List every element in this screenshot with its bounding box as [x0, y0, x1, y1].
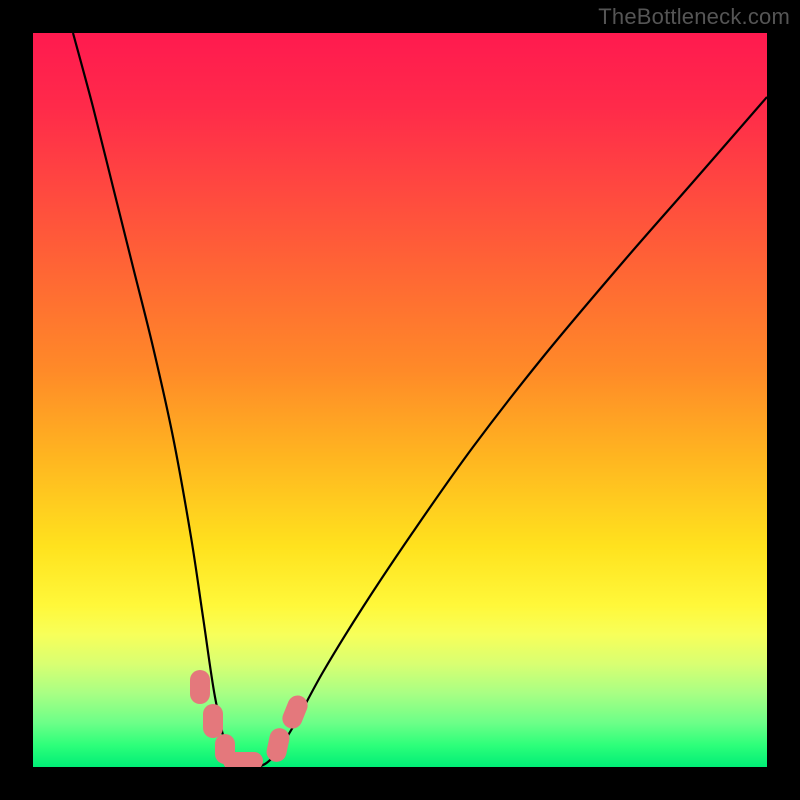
curve-path	[73, 33, 767, 767]
bottleneck-curve	[33, 33, 767, 767]
valley-marker	[190, 670, 210, 704]
watermark-text: TheBottleneck.com	[598, 4, 790, 30]
chart-frame: TheBottleneck.com	[0, 0, 800, 800]
plot-area	[33, 33, 767, 767]
valley-marker	[203, 704, 223, 738]
valley-marker	[223, 752, 263, 767]
